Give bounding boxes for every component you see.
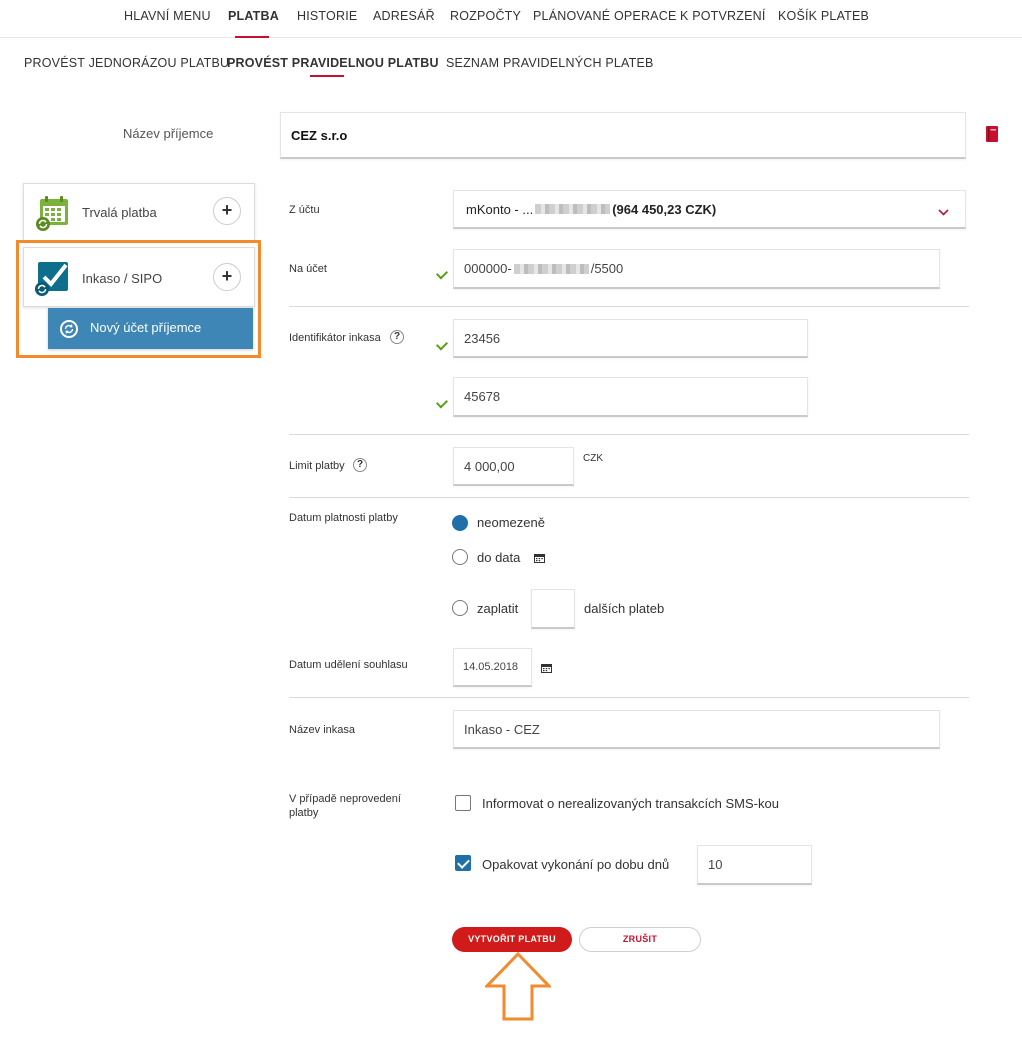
consent-date-label: Datum udělení souhlasu (289, 659, 408, 671)
from-account-prefix: mKonto - ... (466, 201, 534, 217)
calendar-icon[interactable] (541, 660, 552, 673)
divider (289, 497, 969, 498)
create-payment-button[interactable]: VYTVOŘIT PLATBU (452, 927, 572, 952)
standing-order-card[interactable]: Trvalá platba + (23, 183, 255, 241)
debit-name-label: Název inkasa (289, 724, 356, 736)
identifier-field-2[interactable]: 45678 (453, 377, 808, 417)
nav-planned-operations[interactable]: PLÁNOVANÉ OPERACE (533, 9, 677, 23)
from-account-balance: (964 450,23 CZK) (612, 201, 717, 217)
nav-to-confirm[interactable]: K POTVRZENÍ (680, 9, 766, 23)
debit-name-field[interactable]: Inkaso - CEZ (453, 710, 940, 749)
radio-until-date-label: do data (477, 550, 521, 565)
identifier-value-2: 45678 (464, 389, 501, 404)
valid-check-icon (435, 267, 449, 280)
to-account-field[interactable]: 000000- /5500 (453, 249, 940, 289)
to-account-suffix: /5500 (590, 261, 624, 276)
identifier-label: Identifikátor inkasa (289, 332, 381, 344)
highlight-frame (16, 240, 261, 358)
failure-label-line1: V případě neprovedení (289, 793, 401, 805)
calendar-icon (34, 194, 72, 232)
divider (289, 434, 969, 435)
radio-pay-count[interactable] (452, 600, 468, 616)
limit-field[interactable]: 4 000,00 (453, 447, 574, 486)
to-account-prefix: 000000- (464, 261, 512, 276)
repeat-days-field[interactable]: 10 (697, 845, 812, 885)
calendar-icon[interactable] (534, 550, 545, 563)
repeat-checkbox[interactable] (455, 855, 471, 871)
tab-one-time-payment[interactable]: PROVÉST JEDNORÁZOU PLATBU (24, 56, 229, 70)
consent-date-value: 14.05.2018 (463, 661, 519, 673)
address-book-icon[interactable] (986, 126, 998, 142)
identifier-field-1[interactable]: 23456 (453, 319, 808, 358)
tab-recurring-payment[interactable]: PROVÉST PRAVIDELNOU PLATBU (227, 56, 439, 70)
sms-notify-label: Informovat o nerealizovaných transakcích… (482, 796, 779, 811)
limit-value: 4 000,00 (464, 458, 515, 474)
help-icon[interactable]: ? (353, 458, 367, 472)
payment-count-field[interactable] (531, 589, 575, 629)
repeat-days-value: 10 (708, 857, 723, 872)
recipient-name-field[interactable]: CEZ s.r.o (280, 112, 966, 159)
limit-label: Limit platby (289, 460, 345, 472)
chevron-down-icon (938, 204, 949, 219)
valid-check-icon (435, 338, 449, 351)
cancel-button[interactable]: ZRUŠIT (579, 927, 701, 952)
help-icon[interactable]: ? (390, 330, 404, 344)
valid-check-icon (435, 396, 449, 409)
debit-name-value: Inkaso - CEZ (464, 721, 540, 737)
standing-order-label: Trvalá platba (82, 205, 157, 220)
nav-address-book[interactable]: ADRESÁŘ (373, 9, 435, 23)
nav-payment[interactable]: PLATBA (228, 9, 279, 23)
recipient-label: Název příjemce (123, 126, 214, 141)
nav-history[interactable]: HISTORIE (297, 9, 357, 23)
tab-recurring-payment-list[interactable]: SEZNAM PRAVIDELNÝCH PLATEB (446, 56, 654, 70)
masked-account-number (535, 204, 611, 214)
validity-label: Datum platnosti platby (289, 512, 398, 524)
up-arrow-icon (483, 951, 553, 1022)
divider (289, 697, 969, 698)
repeat-label: Opakovat vykonání po dobu dnů (482, 857, 670, 872)
to-account-label: Na účet (289, 263, 327, 275)
divider (289, 306, 969, 307)
from-account-label: Z účtu (289, 204, 320, 216)
masked-account-number (513, 263, 589, 274)
nav-payment-basket[interactable]: KOŠÍK PLATEB (778, 9, 869, 23)
radio-unlimited[interactable] (452, 515, 468, 531)
currency-label: CZK (583, 453, 603, 464)
active-subnav-indicator (310, 75, 344, 77)
payment-count-suffix: dalších plateb (584, 601, 665, 616)
recipient-name-value: CEZ s.r.o (291, 127, 348, 143)
active-nav-indicator (235, 36, 269, 38)
consent-date-field[interactable]: 14.05.2018 (453, 648, 532, 687)
nav-budgets[interactable]: ROZPOČTY (450, 9, 521, 23)
add-standing-order-button[interactable]: + (213, 197, 241, 225)
failure-label-line2: platby (289, 807, 319, 819)
nav-main-menu[interactable]: HLAVNÍ MENU (124, 9, 211, 23)
radio-unlimited-label: neomezeně (477, 515, 545, 530)
radio-until-date[interactable] (452, 549, 468, 565)
from-account-select[interactable]: mKonto - ... (964 450,23 CZK) (453, 190, 966, 229)
identifier-value-1: 23456 (464, 330, 501, 346)
sms-notify-checkbox[interactable] (455, 795, 471, 811)
radio-pay-count-label: zaplatit (477, 601, 519, 616)
main-navigation: HLAVNÍ MENU PLATBA HISTORIE ADRESÁŘ ROZP… (0, 0, 1022, 38)
